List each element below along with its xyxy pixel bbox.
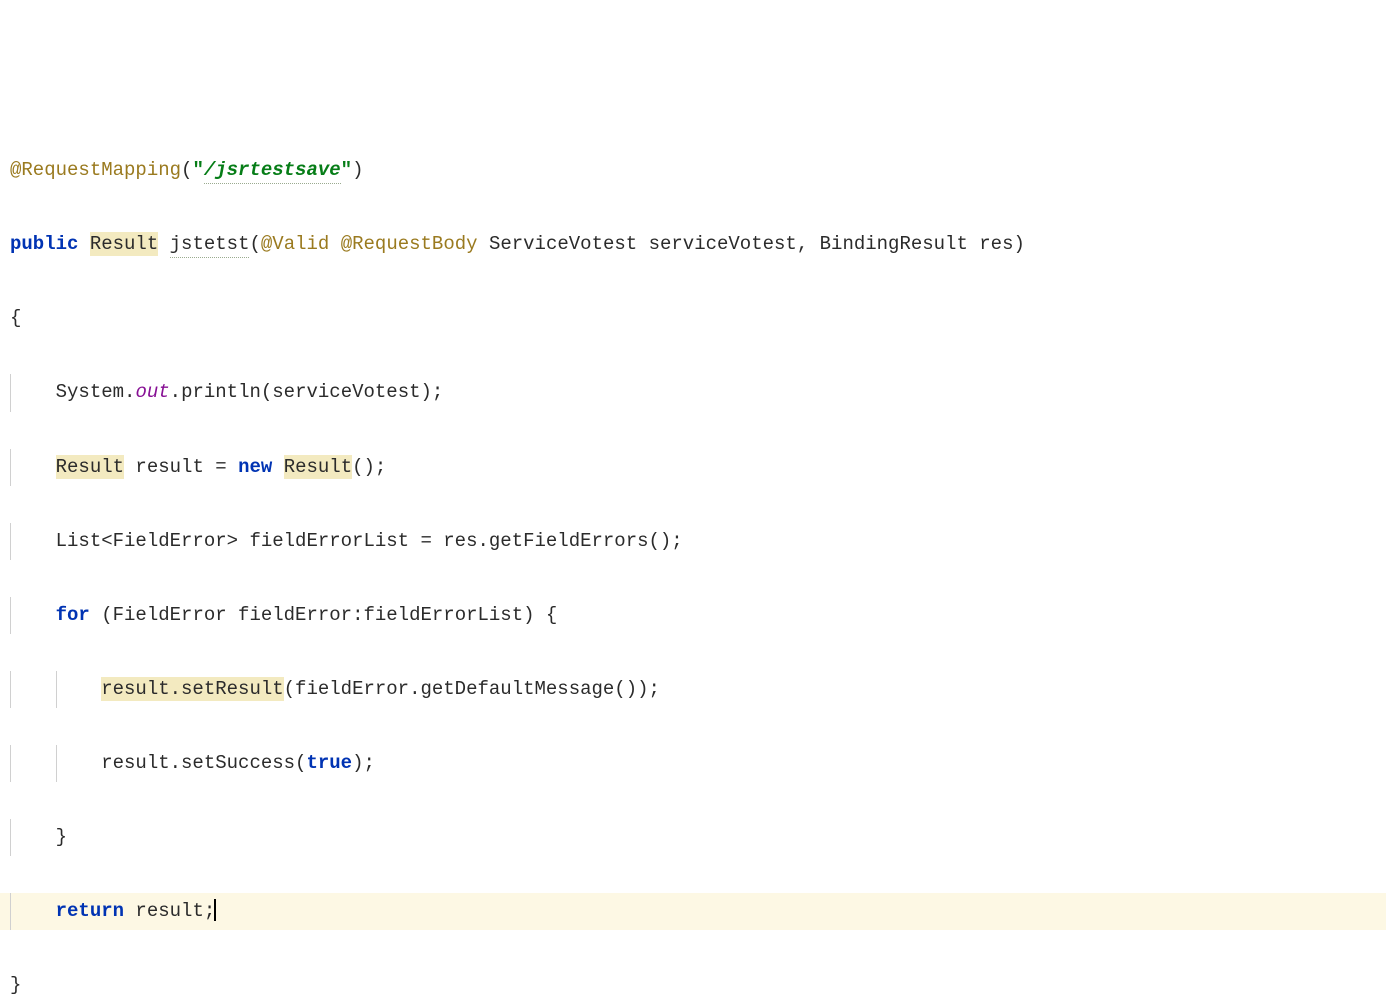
keyword-return: return	[56, 900, 124, 922]
indent	[56, 678, 102, 700]
ctor-tail: ();	[352, 456, 386, 478]
statement-text: List<FieldError> fieldErrorList = res.ge…	[56, 530, 683, 552]
brace-close: }	[10, 974, 21, 996]
code-line-6[interactable]: List<FieldError> fieldErrorList = res.ge…	[10, 523, 1376, 560]
call-args: (fieldError.getDefaultMessage());	[284, 678, 660, 700]
highlighted-call: result.setResult	[101, 677, 283, 701]
indent	[10, 604, 56, 626]
space	[329, 233, 340, 255]
paren-close: )	[352, 159, 363, 181]
code-line-9[interactable]: result.setSuccess(true);	[10, 745, 1376, 782]
space	[78, 233, 89, 255]
indent	[10, 456, 56, 478]
keyword-public: public	[10, 233, 78, 255]
code-line-12[interactable]: }	[10, 967, 1376, 1000]
for-header: (FieldError fieldError:fieldErrorList) {	[90, 604, 557, 626]
text-caret	[214, 899, 216, 921]
code-line-5[interactable]: Result result = new Result();	[10, 449, 1376, 486]
method-call: println(serviceVotest);	[181, 381, 443, 403]
indent	[10, 678, 56, 700]
param-type-1: ServiceVotest	[489, 233, 637, 255]
annotation-requestbody: @RequestBody	[341, 233, 478, 255]
space	[272, 456, 283, 478]
indent	[10, 752, 56, 774]
space	[968, 233, 979, 255]
indent	[10, 900, 56, 922]
space	[637, 233, 648, 255]
return-expr: result;	[124, 900, 215, 922]
brace-open: {	[10, 307, 21, 329]
method-name: jstetst	[170, 233, 250, 258]
param-name-1: serviceVotest	[649, 233, 797, 255]
dot: .	[124, 381, 135, 403]
keyword-for: for	[56, 604, 90, 626]
string-quote: "	[192, 159, 203, 181]
annotation-requestmapping: @RequestMapping	[10, 159, 181, 181]
code-line-11-current[interactable]: return result;	[0, 893, 1386, 930]
dot: .	[170, 381, 181, 403]
indent	[10, 530, 56, 552]
class-ref: System	[56, 381, 124, 403]
code-line-10[interactable]: }	[10, 819, 1376, 856]
return-type: Result	[90, 232, 158, 256]
call-suffix: );	[352, 752, 375, 774]
indent	[10, 826, 56, 848]
paren-open: (	[249, 233, 260, 255]
code-line-3[interactable]: {	[10, 300, 1376, 337]
keyword-true: true	[306, 752, 352, 774]
annotation-valid: @Valid	[261, 233, 329, 255]
brace-close: }	[56, 826, 67, 848]
paren-open: (	[181, 159, 192, 181]
type-result: Result	[56, 455, 124, 479]
param-name-2: res	[979, 233, 1013, 255]
paren-close: )	[1014, 233, 1025, 255]
indent	[10, 381, 56, 403]
code-line-4[interactable]: System.out.println(serviceVotest);	[10, 374, 1376, 411]
comma: ,	[797, 233, 820, 255]
assign-text: result =	[124, 456, 238, 478]
space	[158, 233, 169, 255]
param-type-2: BindingResult	[820, 233, 968, 255]
code-line-2[interactable]: public Result jstetst(@Valid @RequestBod…	[10, 226, 1376, 263]
string-quote: "	[341, 159, 352, 181]
code-line-8[interactable]: result.setResult(fieldError.getDefaultMe…	[10, 671, 1376, 708]
space	[478, 233, 489, 255]
static-field-out: out	[135, 381, 169, 403]
indent	[56, 752, 102, 774]
ctor-result: Result	[284, 455, 352, 479]
code-line-7[interactable]: for (FieldError fieldError:fieldErrorLis…	[10, 597, 1376, 634]
keyword-new: new	[238, 456, 272, 478]
string-path: /jsrtestsave	[204, 159, 341, 184]
call-prefix: result.setSuccess(	[101, 752, 306, 774]
code-line-1[interactable]: @RequestMapping("/jsrtestsave")	[10, 152, 1376, 189]
